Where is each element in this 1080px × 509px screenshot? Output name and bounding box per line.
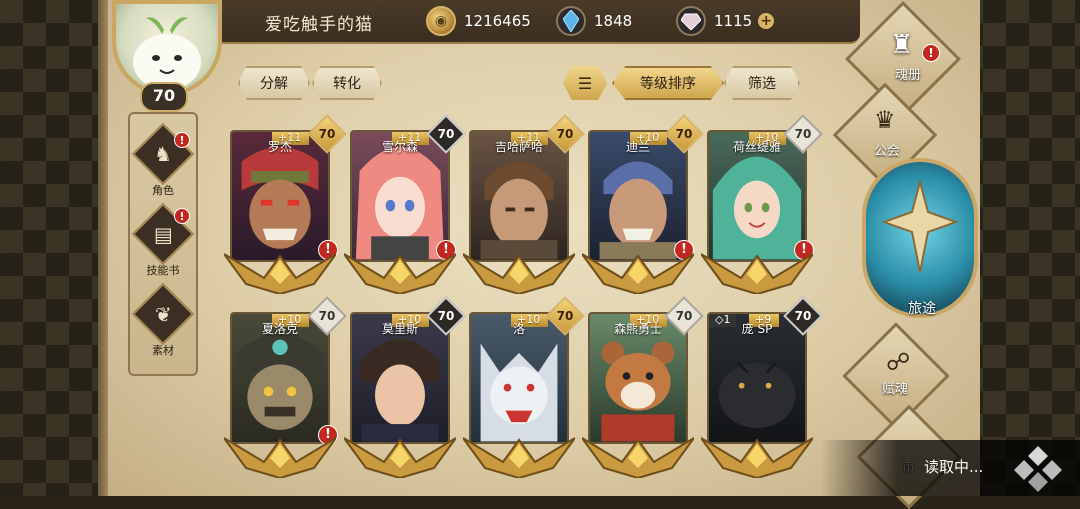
hero-card[interactable]: +10 迪兰 (588, 130, 688, 262)
convert-button[interactable]: 转化 (312, 66, 382, 100)
hero-card[interactable]: +11 吉哈萨哈 (469, 130, 569, 262)
hero-level: 70 (794, 309, 812, 323)
loading-diamonds-icon (1014, 446, 1062, 492)
player-level-badge: 70 (140, 82, 188, 112)
hero-frame-emblem (463, 253, 575, 294)
blue-crystal-icon (556, 6, 586, 36)
hero-level: 70 (556, 309, 574, 323)
gem-resource[interactable]: 1115 + (676, 6, 775, 36)
nav-item-material[interactable]: ❦ 素材 (130, 282, 196, 358)
hero-frame-emblem (224, 437, 336, 478)
hero-card[interactable]: +10 夏洛克 (230, 312, 330, 444)
journey-emblem-icon (881, 178, 959, 273)
hero-level: 70 (675, 127, 693, 141)
filter-button[interactable]: 筛选 (724, 66, 800, 100)
rune-label: 赋魂 (882, 382, 909, 397)
pink-gem-icon (676, 6, 706, 36)
hero-frame-emblem (224, 253, 336, 294)
gem-value: 1115 (714, 12, 753, 30)
material-icon: ❦ (131, 282, 195, 346)
guild-label: 公会 (874, 144, 901, 159)
soul-book-alert-icon: ! (922, 44, 940, 62)
hero-frame-emblem (701, 437, 813, 478)
left-nav-panel: ♞ 角色 ! ▤ 技能书 ! ❦ 素材 (128, 112, 198, 376)
add-gem-button[interactable]: + (758, 13, 775, 29)
hero-frame-emblem (463, 437, 575, 478)
hero-level: 70 (318, 127, 336, 141)
gold-resource[interactable]: ◉ 1216465 (426, 6, 531, 36)
decompose-button[interactable]: 分解 (238, 66, 310, 100)
level-sort-button[interactable]: 等级排序 (612, 66, 724, 100)
hero-frame-emblem (701, 253, 813, 294)
skill-book-alert-icon: ! (174, 208, 190, 224)
player-name: 爱吃触手的猫 (265, 15, 373, 35)
left-pattern-background (0, 0, 110, 496)
hero-card[interactable]: ◇1 +9 庞 SP (707, 312, 807, 444)
nav-item-skill-book[interactable]: ▤ 技能书 ! (130, 202, 196, 278)
hero-frame-emblem (344, 253, 456, 294)
hero-card[interactable]: +10 森熊勇士 (588, 312, 688, 444)
hero-level: 70 (318, 309, 336, 323)
hero-level: 70 (437, 127, 455, 141)
hero-card[interactable]: +11 雪尔森 (350, 130, 450, 262)
hero-level: 70 (437, 309, 455, 323)
journey-label: 旅途 (908, 301, 936, 317)
character-alert-icon: ! (174, 132, 190, 148)
crystal-value: 1848 (594, 12, 633, 30)
crystal-resource[interactable]: 1848 (556, 6, 632, 36)
hero-card[interactable]: +11 罗杰 (230, 130, 330, 262)
journey-button[interactable] (862, 158, 978, 318)
parchment-edge (98, 0, 108, 496)
rune-icon: ☍ (886, 348, 911, 376)
hero-level: 70 (675, 309, 693, 323)
hero-frame-emblem (582, 253, 694, 294)
soul-book-label: 魂册 (895, 68, 922, 83)
hero-level: 70 (794, 127, 812, 141)
loading-text: 读取中... (924, 458, 984, 476)
hero-frame-emblem (582, 437, 694, 478)
hero-card[interactable]: +10 莫里斯 (350, 312, 450, 444)
hero-level: 70 (556, 127, 574, 141)
guild-icon: ♛ (874, 106, 896, 134)
sort-toggle-icon[interactable]: ☰ (563, 66, 607, 100)
hero-frame-emblem (344, 437, 456, 478)
nav-item-character[interactable]: ♞ 角色 ! (130, 122, 196, 198)
gold-value: 1216465 (464, 12, 531, 30)
hero-card[interactable]: +10 洛 (469, 312, 569, 444)
gold-coin-icon: ◉ (426, 6, 456, 36)
hero-card[interactable]: +10 荷丝缇雅 (707, 130, 807, 262)
soul-book-icon: ♜ (890, 30, 914, 60)
